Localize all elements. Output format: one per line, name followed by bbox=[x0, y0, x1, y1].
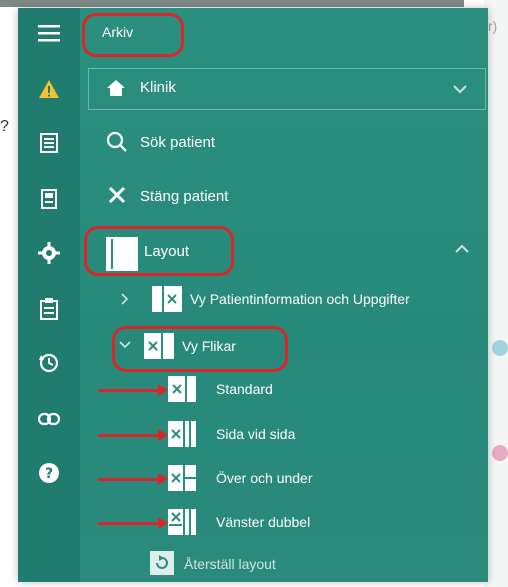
schedule-list-icon[interactable] bbox=[36, 130, 62, 156]
clipboard-icon[interactable] bbox=[36, 296, 62, 322]
home-icon bbox=[107, 80, 125, 96]
chevron-down-icon[interactable] bbox=[452, 84, 468, 94]
search-patient-label: Sök patient bbox=[140, 134, 216, 151]
svg-text:?: ? bbox=[45, 466, 53, 482]
close-patient-label: Stäng patient bbox=[140, 188, 229, 205]
background-avatar bbox=[492, 340, 508, 356]
view-layout-icon bbox=[152, 286, 182, 312]
chevron-up-icon[interactable] bbox=[454, 244, 470, 254]
link-icon[interactable] bbox=[36, 406, 62, 432]
annotation-arrow bbox=[98, 473, 168, 485]
reset-icon bbox=[150, 551, 174, 575]
chevron-right-icon bbox=[121, 293, 129, 305]
tab-layout-label: Vänster dubbel bbox=[216, 514, 311, 530]
help-icon[interactable]: ? bbox=[36, 460, 62, 486]
top-bottom-layout-icon bbox=[168, 465, 196, 491]
tab-layout-label: Sida vid sida bbox=[216, 426, 296, 442]
annotation-circle bbox=[112, 326, 288, 372]
close-icon bbox=[108, 186, 126, 204]
hamburger-menu-icon[interactable] bbox=[36, 20, 62, 46]
clinic-label: Klinik bbox=[140, 79, 176, 96]
search-icon bbox=[106, 131, 127, 152]
view-patient-info-label: Vy Patientinformation och Uppgifter bbox=[190, 291, 410, 307]
background-avatar bbox=[492, 445, 508, 461]
window-top-bar bbox=[0, 0, 464, 7]
patient-card-icon[interactable] bbox=[36, 186, 62, 212]
annotation-arrow bbox=[98, 429, 168, 441]
annotation-arrow bbox=[98, 384, 168, 396]
annotation-circle bbox=[84, 226, 234, 276]
annotation-arrow bbox=[98, 517, 168, 529]
background-text: r) bbox=[488, 18, 498, 34]
tab-layout-label: Över och under bbox=[216, 470, 313, 486]
tab-layout-label: Standard bbox=[216, 381, 273, 397]
standard-layout-icon bbox=[168, 376, 196, 402]
history-icon[interactable] bbox=[36, 350, 62, 376]
reset-layout-label: Återställ layout bbox=[184, 556, 276, 572]
background-question-mark: ? bbox=[0, 118, 9, 135]
warning-icon[interactable] bbox=[36, 76, 62, 102]
icon-rail: ? bbox=[18, 8, 80, 582]
billing-gear-icon[interactable] bbox=[36, 240, 62, 266]
archive-menu-panel: ? Arkiv Klinik Sök patient Stäng patient… bbox=[18, 8, 488, 582]
annotation-circle bbox=[82, 13, 184, 57]
side-by-side-layout-icon bbox=[168, 421, 196, 447]
left-double-layout-icon bbox=[168, 509, 196, 535]
